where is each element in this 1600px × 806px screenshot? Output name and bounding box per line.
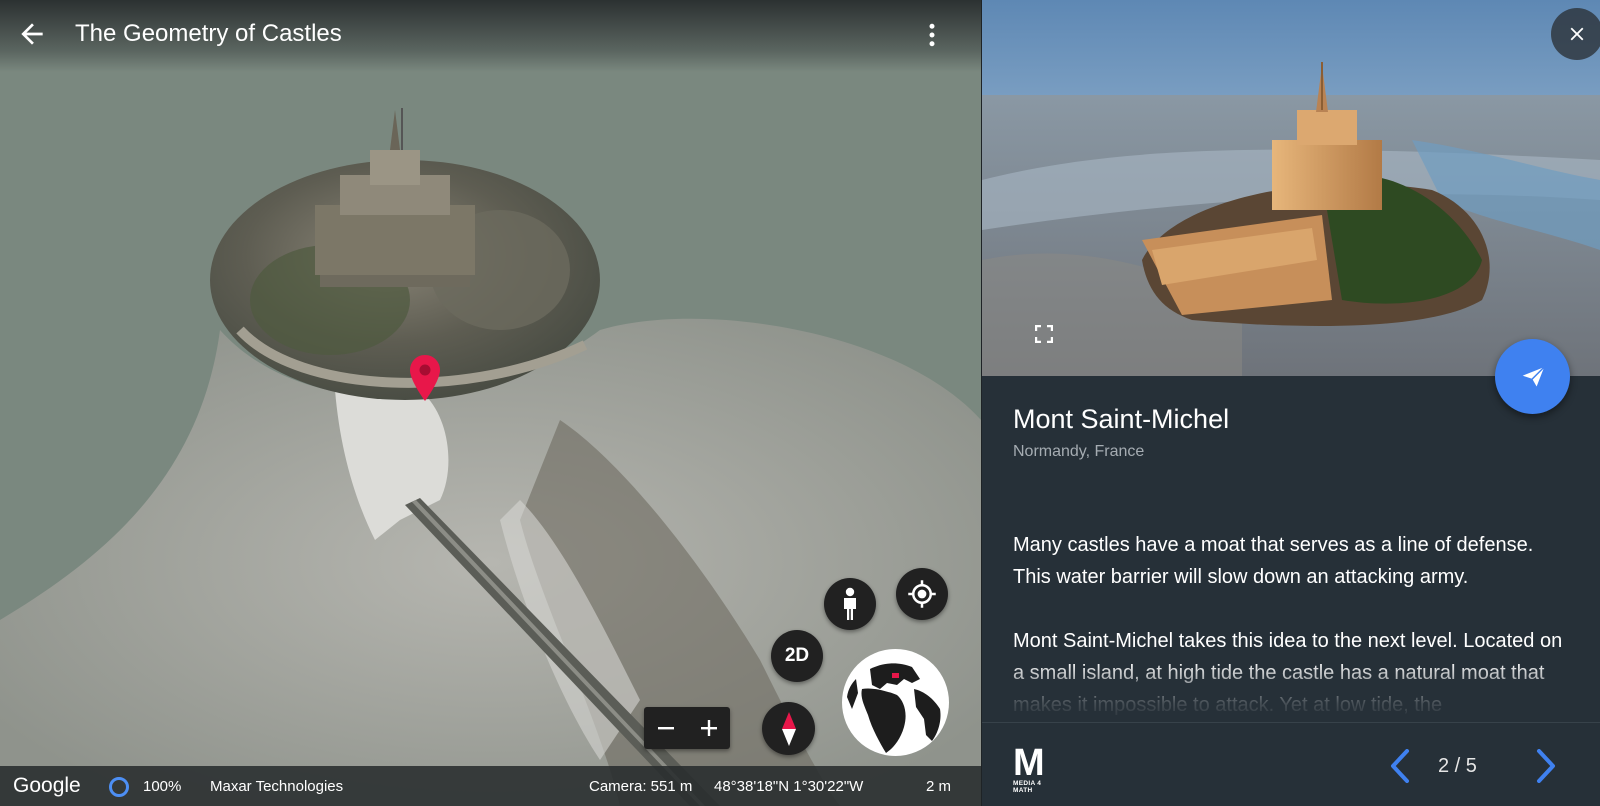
imagery-credit[interactable]: Maxar Technologies <box>210 778 343 795</box>
load-percent: 100% <box>143 778 182 795</box>
camera-altitude: Camera: 551 m <box>589 778 693 795</box>
satellite-imagery[interactable] <box>0 0 981 806</box>
share-button[interactable] <box>1495 339 1570 414</box>
arrow-back-icon[interactable] <box>16 18 48 50</box>
globe-icon[interactable] <box>842 649 949 756</box>
place-subtitle: Normandy, France <box>1013 443 1145 460</box>
logo-text: MEDIA 4 MATH <box>1013 780 1042 794</box>
page-indicator: 2 / 5 <box>1438 755 1477 777</box>
fullscreen-icon[interactable] <box>1032 322 1056 346</box>
toggle-2d-button[interactable]: 2D <box>771 630 823 682</box>
map-top-bar: The Geometry of Castles <box>0 0 981 72</box>
my-location-button[interactable] <box>896 568 948 620</box>
chevron-left-icon[interactable] <box>1387 749 1413 783</box>
place-photo[interactable] <box>982 0 1600 376</box>
more-vert-icon[interactable] <box>917 20 947 50</box>
loading-ring-icon <box>109 777 129 797</box>
map-view[interactable]: The Geometry of Castles 2D Google 100% M… <box>0 0 981 806</box>
compass-icon <box>781 711 796 746</box>
close-button[interactable] <box>1551 8 1600 60</box>
media4math-logo: M MEDIA 4 MATH <box>1013 742 1055 794</box>
street-view-button[interactable] <box>824 578 876 630</box>
page-title: The Geometry of Castles <box>75 20 342 47</box>
zoom-in-button[interactable] <box>687 707 730 749</box>
coordinates: 48°38'18"N 1°30'22"W <box>714 778 864 795</box>
send-icon <box>1519 364 1546 389</box>
compass-button[interactable] <box>762 702 815 755</box>
zoom-out-button[interactable] <box>644 707 687 749</box>
text-fade-overlay <box>982 660 1600 722</box>
knowledge-card: Mont Saint-Michel Normandy, France Many … <box>982 0 1600 806</box>
zoom-control <box>644 707 730 749</box>
pegman-icon <box>844 587 856 620</box>
close-icon <box>1570 27 1584 41</box>
earth-app: The Geometry of Castles 2D Google 100% M… <box>0 0 1600 806</box>
logo-mark: M <box>1013 742 1045 784</box>
map-status-bar: Google 100% Maxar Technologies Camera: 5… <box>0 766 981 806</box>
card-footer: M MEDIA 4 MATH 2 / 5 <box>982 722 1600 806</box>
plus-icon <box>700 720 717 736</box>
toggle-2d-label: 2D <box>784 645 810 666</box>
my-location-icon <box>908 580 936 608</box>
minus-icon <box>657 727 674 730</box>
chevron-right-icon[interactable] <box>1533 749 1559 783</box>
description-paragraph: Many castles have a moat that serves as … <box>1013 534 1534 588</box>
scale-label: 2 m <box>926 778 952 795</box>
google-logo: Google <box>13 774 81 797</box>
place-marker-icon[interactable] <box>410 355 440 401</box>
place-title: Mont Saint-Michel <box>1013 404 1230 434</box>
